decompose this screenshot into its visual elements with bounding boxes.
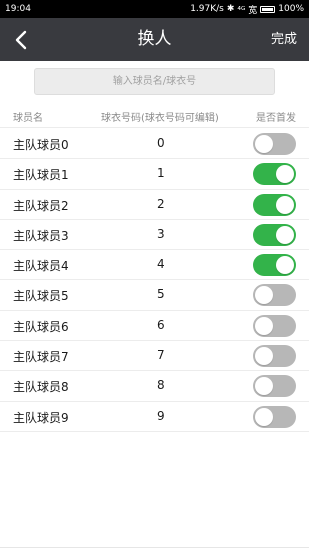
- table-row: 主队球员9 9: [0, 402, 309, 432]
- jersey-number-field[interactable]: 3: [157, 227, 165, 241]
- starter-toggle[interactable]: [253, 405, 296, 428]
- jersey-number-field[interactable]: 9: [157, 409, 165, 423]
- starter-toggle[interactable]: [253, 133, 296, 155]
- toggle-knob: [255, 347, 273, 366]
- player-name: 主队球员5: [13, 289, 69, 304]
- table-row: 主队球员1 1: [0, 159, 309, 190]
- player-name: 主队球员6: [13, 319, 69, 334]
- signal-icon: ⁴ᴳ 宽: [237, 5, 258, 16]
- starter-toggle[interactable]: [253, 375, 296, 398]
- battery-level: 100%: [278, 4, 304, 14]
- table-header: 球员名 球衣号码(球衣号码可编辑) 是否首发: [0, 103, 309, 128]
- jersey-number-field[interactable]: 8: [157, 378, 165, 392]
- table-row: 主队球员3 3: [0, 220, 309, 251]
- player-name: 主队球员2: [13, 198, 69, 213]
- status-bar: 19:04 1.97K/s ✱ ⁴ᴳ 宽 100%: [0, 0, 309, 18]
- player-name: 主队球员3: [13, 228, 69, 243]
- table-row: 主队球员5 5: [0, 280, 309, 311]
- player-name: 主队球员1: [13, 168, 69, 183]
- bottom-divider: [0, 547, 309, 548]
- starter-toggle[interactable]: [253, 223, 296, 246]
- player-name: 主队球员8: [13, 380, 69, 395]
- back-button[interactable]: [8, 26, 36, 54]
- done-button[interactable]: 完成: [271, 18, 297, 61]
- header-starter: 是否首发: [256, 113, 296, 124]
- jersey-number-field[interactable]: 5: [157, 287, 165, 301]
- starter-toggle[interactable]: [253, 284, 296, 307]
- chevron-left-icon: [15, 30, 27, 50]
- header-jersey-number: 球衣号码(球衣号码可编辑): [101, 113, 219, 124]
- header-player-name: 球员名: [13, 113, 43, 124]
- toggle-knob: [255, 286, 273, 305]
- search-bar: [0, 61, 309, 103]
- player-name: 主队球员7: [13, 350, 69, 365]
- toggle-knob: [276, 165, 294, 184]
- bluetooth-icon: ✱: [226, 4, 235, 14]
- jersey-number-field[interactable]: 1: [157, 166, 165, 180]
- starter-toggle[interactable]: [253, 193, 296, 216]
- page-title: 换人: [137, 29, 172, 49]
- status-time: 19:04: [5, 4, 31, 14]
- jersey-number-field[interactable]: 6: [157, 318, 165, 332]
- status-indicators: 1.97K/s ✱ ⁴ᴳ 宽 100%: [190, 3, 304, 16]
- starter-toggle[interactable]: [253, 163, 296, 186]
- network-speed: 1.97K/s: [190, 4, 224, 14]
- nav-bar: 换人 完成: [0, 18, 309, 61]
- toggle-knob: [255, 135, 273, 153]
- player-name: 主队球员0: [13, 138, 69, 152]
- table-row: 主队球员7 7: [0, 341, 309, 372]
- battery-icon: [260, 5, 276, 13]
- player-list: 主队球员0 0 主队球员1 1 主队球员2 2 主队球员3 3 主队球员4 4 …: [0, 129, 309, 432]
- table-row: 主队球员6 6: [0, 311, 309, 342]
- table-row: 主队球员4 4: [0, 250, 309, 281]
- starter-toggle[interactable]: [253, 314, 296, 337]
- toggle-knob: [255, 316, 273, 335]
- table-row: 主队球员2 2: [0, 190, 309, 220]
- search-input[interactable]: [34, 68, 275, 95]
- table-row: 主队球员8 8: [0, 371, 309, 402]
- toggle-knob: [276, 225, 294, 244]
- toggle-knob: [255, 407, 273, 426]
- starter-toggle[interactable]: [253, 345, 296, 368]
- jersey-number-field[interactable]: 7: [157, 348, 165, 362]
- toggle-knob: [276, 256, 294, 275]
- jersey-number-field[interactable]: 0: [157, 136, 165, 150]
- player-name: 主队球员9: [13, 410, 69, 425]
- toggle-knob: [255, 377, 273, 396]
- player-name: 主队球员4: [13, 259, 69, 274]
- toggle-knob: [276, 195, 294, 214]
- table-row: 主队球员0 0: [0, 129, 309, 160]
- jersey-number-field[interactable]: 2: [157, 197, 165, 211]
- starter-toggle[interactable]: [253, 254, 296, 277]
- jersey-number-field[interactable]: 4: [157, 257, 165, 271]
